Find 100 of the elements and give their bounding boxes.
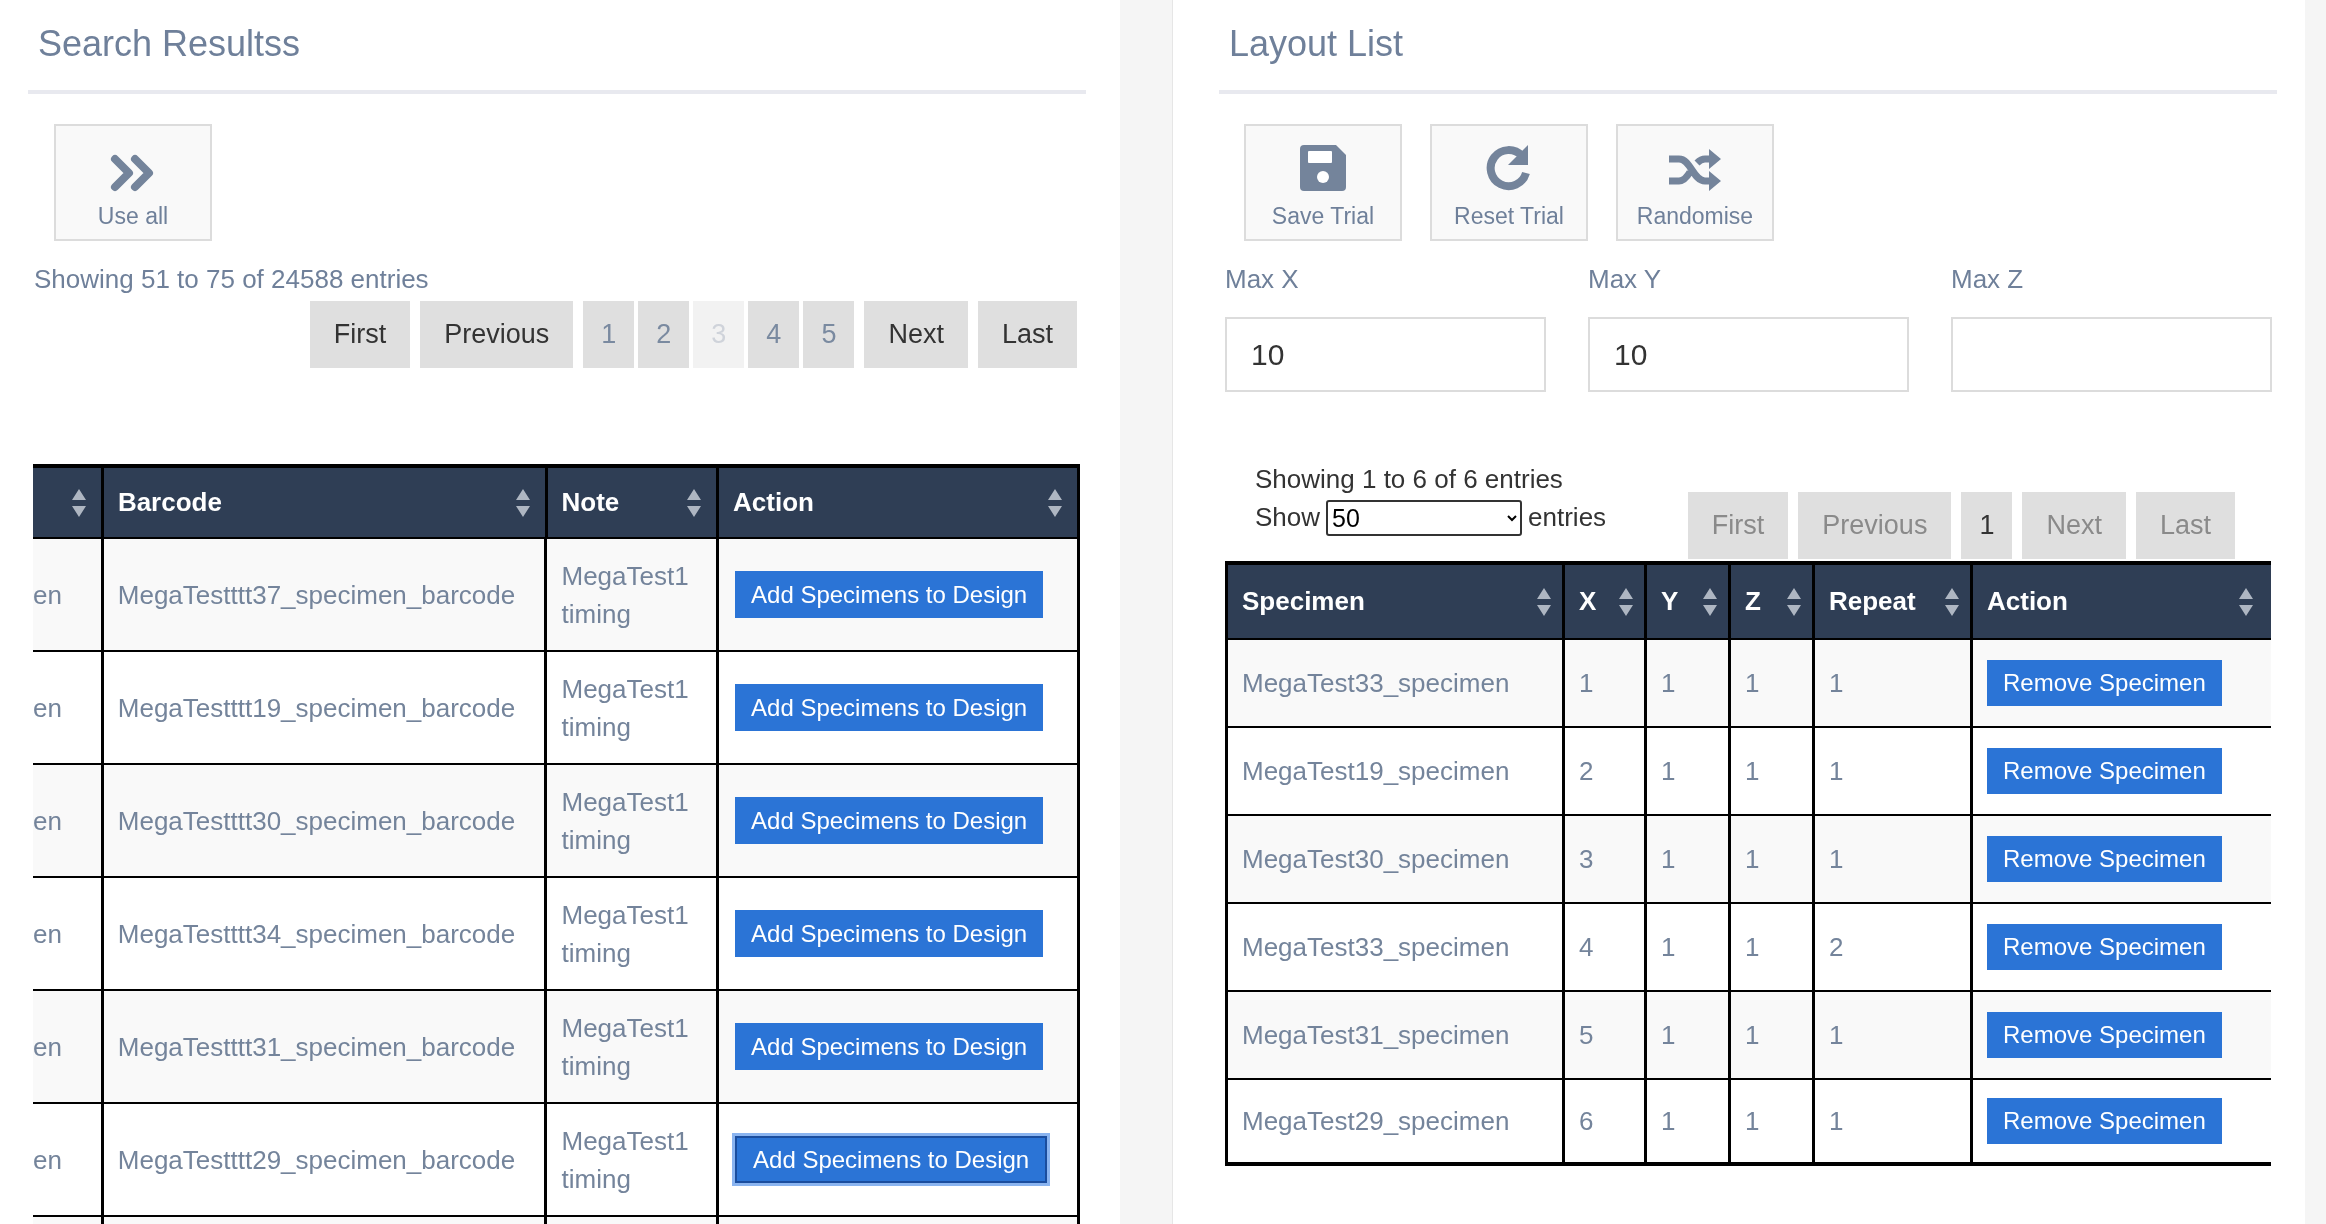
column-header: Note [561, 486, 620, 519]
entries-info: Showing 1 to 6 of 6 entries [1255, 463, 1564, 496]
page-button[interactable]: 2 [638, 301, 690, 368]
table-cell-text: 1 [1661, 842, 1676, 876]
table-cell-text: MegaTestttt34_specimen_barcode [117, 917, 516, 951]
remove-specimen-button[interactable]: Remove Specimen [1987, 836, 2222, 882]
sort-icon[interactable] [1047, 487, 1063, 518]
table-cell-text: MegaTest1 timing [561, 672, 690, 744]
column-header: X [1579, 585, 1597, 618]
column-header: Repeat [1829, 585, 1916, 618]
table-cell-text: MegaTestttt30_specimen_barcode [117, 804, 516, 838]
section-title: Search Resultss [38, 22, 302, 66]
column-header: Specimen [1242, 585, 1365, 618]
table-cell-text: MegaTestttt29_specimen_barcode [117, 1143, 516, 1177]
table-cell-text: 4 [1579, 930, 1594, 964]
add-specimens-button[interactable]: Add Specimens to Design [735, 797, 1044, 844]
page-button[interactable]: 4 [748, 301, 800, 368]
remove-specimen-button[interactable]: Remove Specimen [1987, 660, 2222, 706]
table-cell-text: 3 [1579, 842, 1594, 876]
table-cell-text: 6 [1579, 1104, 1594, 1138]
table-cell-text: 1 [1745, 930, 1760, 964]
field-label: Max X [1225, 263, 1300, 295]
table-cell-text: 2 [1579, 754, 1594, 788]
page-button[interactable]: 5 [803, 301, 855, 368]
entries-label: entries [1528, 501, 1607, 534]
table-cell-text: MegaTestttt37_specimen_barcode [117, 578, 516, 612]
table-cell-text: 1 [1745, 1018, 1760, 1052]
table-cell-text: MegaTest1 timing [561, 898, 690, 970]
entries-select[interactable]: 50 [1326, 499, 1523, 536]
table-cell-text: MegaTest30_specimen [1242, 842, 1510, 876]
pagination-button[interactable]: First [309, 301, 411, 368]
toolbar-button[interactable]: Randomise [1616, 124, 1774, 241]
table-cell-text: en [33, 1143, 62, 1177]
table-cell-text: en [33, 804, 62, 838]
table-cell-text: 1 [1829, 842, 1844, 876]
table-cell-text: en [33, 691, 62, 725]
table-cell-text: 1 [1829, 666, 1844, 700]
table-cell-text: MegaTest33_specimen [1242, 930, 1510, 964]
table-cell-text: MegaTest31_specimen [1242, 1018, 1510, 1052]
add-specimens-button[interactable]: Add Specimens to Design [735, 910, 1044, 957]
table-cell-text: en [33, 1030, 62, 1064]
column-header: Y [1661, 585, 1679, 618]
table-cell-text: en [33, 917, 62, 951]
toolbar-button[interactable]: Save Trial [1244, 124, 1402, 241]
table-cell-text: MegaTest1 timing [561, 785, 690, 857]
field-label: Max Z [1951, 263, 2025, 295]
sort-icon[interactable] [70, 487, 87, 518]
use-all-button[interactable]: Use all [54, 124, 212, 241]
number-field[interactable] [1951, 317, 2272, 392]
sort-icon[interactable] [2238, 586, 2254, 617]
table-cell-text: 1 [1661, 666, 1676, 700]
field-label: Max Y [1588, 263, 1663, 295]
sort-icon[interactable] [1702, 586, 1718, 617]
entries-info: Showing 51 to 75 of 24588 entries [34, 263, 430, 295]
page-button[interactable]: 1 [583, 301, 635, 368]
table-cell-text: en [33, 578, 62, 612]
page-button[interactable]: 1 [1961, 492, 2013, 559]
sort-icon[interactable] [686, 487, 703, 518]
table-cell-text: 1 [1829, 1104, 1844, 1138]
table-cell-text: MegaTest1 timing [561, 1011, 690, 1083]
shuffle-icon [1667, 146, 1723, 193]
remove-specimen-button[interactable]: Remove Specimen [1987, 1098, 2222, 1144]
column-header: Barcode [117, 486, 222, 519]
table-cell-text: MegaTest29_specimen [1242, 1104, 1510, 1138]
table-cell-text: 5 [1579, 1018, 1594, 1052]
column-header: Action [1987, 585, 2068, 618]
add-specimens-button[interactable]: Add Specimens to Design [735, 1023, 1044, 1070]
sort-icon[interactable] [514, 487, 531, 518]
table-cell-text: 1 [1745, 842, 1760, 876]
table-cell-text: MegaTest19_specimen [1242, 754, 1510, 788]
sort-icon[interactable] [1786, 586, 1802, 617]
pagination-button[interactable]: Last [977, 301, 1077, 368]
table-cell-text: 1 [1661, 754, 1676, 788]
add-specimens-button[interactable]: Add Specimens to Design [735, 1136, 1048, 1183]
table-cell-text: MegaTest33_specimen [1242, 666, 1510, 700]
table-cell-text: MegaTest1 timing [561, 559, 690, 631]
table-cell-text: 1 [1661, 1104, 1676, 1138]
sort-icon[interactable] [1618, 586, 1634, 617]
table-cell-text: 1 [1661, 930, 1676, 964]
remove-specimen-button[interactable]: Remove Specimen [1987, 924, 2222, 970]
pagination-button[interactable]: Next [864, 301, 968, 368]
section-title: Layout List [1229, 22, 1405, 66]
number-field[interactable]: 10 [1225, 317, 1546, 392]
sort-icon[interactable] [1536, 586, 1552, 617]
column-header: Action [733, 486, 814, 519]
column-header: Z [1745, 585, 1761, 618]
remove-specimen-button[interactable]: Remove Specimen [1987, 748, 2222, 794]
table-cell-text: MegaTest1 timing [561, 1124, 690, 1196]
table-cell-text: 2 [1829, 930, 1844, 964]
table-cell-text: 1 [1745, 754, 1760, 788]
add-specimens-button[interactable]: Add Specimens to Design [735, 571, 1044, 618]
remove-specimen-button[interactable]: Remove Specimen [1987, 1012, 2222, 1058]
toolbar-button[interactable]: Reset Trial [1430, 124, 1588, 241]
table-cell-text: 1 [1829, 754, 1844, 788]
number-field[interactable]: 10 [1588, 317, 1909, 392]
pagination-button[interactable]: Previous [420, 301, 574, 368]
show-label: Show [1255, 501, 1321, 534]
table-cell-text: 1 [1745, 666, 1760, 700]
sort-icon[interactable] [1944, 586, 1960, 617]
add-specimens-button[interactable]: Add Specimens to Design [735, 684, 1044, 731]
